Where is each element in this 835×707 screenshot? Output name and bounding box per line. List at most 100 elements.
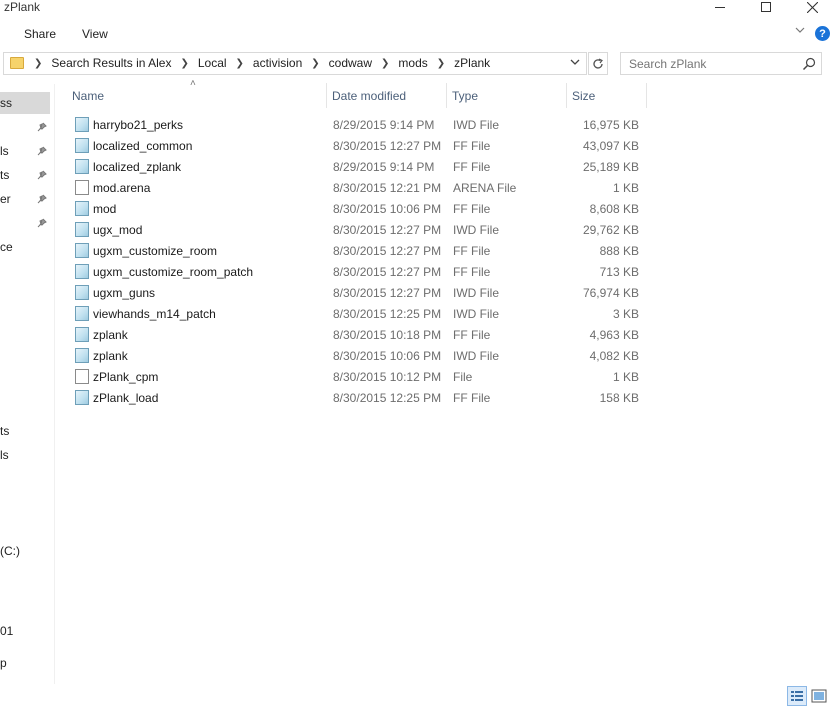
nav-item-9[interactable]: p [0, 656, 7, 670]
ribbon: Share View [0, 20, 835, 46]
breadcrumb-search-results[interactable]: Search Results in Alex [46, 56, 176, 70]
file-list: harrybo21_perks 8/29/2015 9:14 PM IWD File… [73, 114, 643, 408]
details-view-button[interactable] [787, 686, 807, 706]
file-date: 8/30/2015 10:18 PM [333, 328, 442, 342]
refresh-button[interactable] [588, 52, 608, 75]
minimize-button[interactable] [697, 0, 743, 14]
file-row[interactable]: mod.arena 8/30/2015 12:21 PM ARENA File 1 K… [73, 177, 643, 198]
column-header-type[interactable]: Type [447, 83, 567, 108]
file-size: 43,097 KB [582, 139, 639, 153]
file-icon [75, 327, 89, 342]
column-header-size[interactable]: Size [567, 83, 647, 108]
file-size: 1 KB [612, 370, 639, 384]
file-size: 16,975 KB [582, 118, 639, 132]
file-row[interactable]: harrybo21_perks 8/29/2015 9:14 PM IWD File… [73, 114, 643, 135]
file-row[interactable]: localized_common 8/30/2015 12:27 PM FF Fil… [73, 135, 643, 156]
file-name: localized_common [93, 139, 193, 153]
nav-item-drive-c[interactable]: (C:) [0, 544, 20, 558]
file-size: 888 KB [599, 244, 639, 258]
close-button[interactable] [789, 0, 835, 14]
breadcrumb: ❯ Search Results in Alex ❯ Local ❯ activ… [30, 56, 495, 70]
nav-item-4[interactable]: ce [0, 240, 13, 254]
column-header-name[interactable]: Name [67, 83, 327, 108]
file-type: File [453, 370, 473, 384]
column-header-date-label: Date modified [332, 88, 407, 103]
file-row[interactable]: ugx_mod 8/30/2015 12:27 PM IWD File 29,762 … [73, 219, 643, 240]
file-type: IWD File [453, 118, 499, 132]
file-name: ugx_mod [93, 223, 143, 237]
file-size: 8,608 KB [589, 202, 639, 216]
column-header-size-label: Size [572, 88, 596, 103]
file-row[interactable]: viewhands_m14_patch 8/30/2015 12:25 PM IWD… [73, 303, 643, 324]
file-size: 29,762 KB [582, 223, 639, 237]
chevron-right-icon[interactable]: ❯ [232, 58, 248, 69]
pin-icon [37, 146, 47, 156]
file-icon [75, 138, 89, 153]
nav-item-5[interactable]: ts [0, 424, 9, 438]
file-row[interactable]: ugxm_customize_room_patch 8/30/2015 12:27… [73, 261, 643, 282]
nav-item-8[interactable]: 01 [0, 624, 13, 638]
file-date: 8/29/2015 9:14 PM [333, 160, 435, 174]
column-header-name-label: Name [72, 88, 105, 103]
file-row[interactable]: ugxm_customize_room 8/30/2015 12:27 PM FF … [73, 240, 643, 261]
nav-item-quick-access[interactable]: ss [0, 96, 12, 110]
maximize-button[interactable] [743, 0, 789, 14]
tab-view[interactable]: View [82, 27, 108, 41]
file-row[interactable]: zPlank_cpm 8/30/2015 10:12 PM File 1 KB [73, 366, 643, 387]
file-type: FF File [453, 139, 491, 153]
breadcrumb-mods[interactable]: mods [393, 56, 432, 70]
file-icon [75, 285, 89, 300]
file-name: zplank [93, 349, 128, 363]
file-row[interactable]: zplank 8/30/2015 10:06 PM IWD File 4,082 KB [73, 345, 643, 366]
breadcrumb-local[interactable]: Local [193, 56, 232, 70]
help-icon[interactable]: ? [815, 26, 830, 41]
file-name: ugxm_guns [93, 286, 156, 300]
file-row[interactable]: zPlank_load 8/30/2015 12:25 PM FF File 158 … [73, 387, 643, 408]
search-icon[interactable] [802, 57, 816, 71]
tab-share[interactable]: Share [24, 27, 56, 41]
file-date: 8/30/2015 12:27 PM [333, 244, 442, 258]
file-type: FF File [453, 244, 491, 258]
chevron-right-icon[interactable]: ❯ [433, 58, 449, 69]
chevron-down-icon [570, 59, 580, 65]
breadcrumb-zplank[interactable]: zPlank [449, 56, 495, 70]
chevron-right-icon[interactable]: ❯ [377, 58, 393, 69]
file-date: 8/30/2015 12:27 PM [333, 223, 442, 237]
file-name: mod [93, 202, 117, 216]
file-size: 158 KB [599, 391, 639, 405]
breadcrumb-codwaw[interactable]: codwaw [324, 56, 377, 70]
file-row[interactable]: ugxm_guns 8/30/2015 12:27 PM IWD File 76,97… [73, 282, 643, 303]
chevron-right-icon[interactable]: ❯ [30, 58, 46, 69]
nav-item-2[interactable]: ts [0, 168, 9, 182]
file-size: 4,082 KB [589, 349, 639, 363]
search-input[interactable] [621, 53, 791, 74]
nav-item-3[interactable]: er [0, 192, 11, 206]
file-date: 8/30/2015 12:25 PM [333, 307, 442, 321]
file-name: ugxm_customize_room [93, 244, 218, 258]
chevron-right-icon[interactable]: ❯ [307, 58, 323, 69]
file-row[interactable]: zplank 8/30/2015 10:18 PM FF File 4,963 KB [73, 324, 643, 345]
breadcrumb-activision[interactable]: activision [248, 56, 307, 70]
ribbon-expand-button[interactable] [795, 25, 805, 37]
file-size: 76,974 KB [582, 286, 639, 300]
file-date: 8/30/2015 10:06 PM [333, 202, 442, 216]
large-icons-view-button[interactable] [811, 688, 827, 704]
chevron-right-icon[interactable]: ❯ [176, 58, 192, 69]
file-row[interactable]: mod 8/30/2015 10:06 PM FF File 8,608 KB [73, 198, 643, 219]
file-type: FF File [453, 160, 491, 174]
nav-item-6[interactable]: ls [0, 448, 9, 462]
column-header-date[interactable]: Date modified [327, 83, 447, 108]
address-dropdown-button[interactable] [570, 55, 580, 72]
file-row[interactable]: localized_zplank 8/29/2015 9:14 PM FF File… [73, 156, 643, 177]
nav-item-1[interactable]: ls [0, 144, 9, 158]
file-icon [75, 243, 89, 258]
file-icon [75, 222, 89, 237]
file-name: zPlank_cpm [93, 370, 159, 384]
blank-file-icon [75, 180, 89, 195]
file-icon [75, 390, 89, 405]
file-type: FF File [453, 328, 491, 342]
address-bar[interactable]: ❯ Search Results in Alex ❯ Local ❯ activ… [3, 52, 587, 75]
file-name: viewhands_m14_patch [93, 307, 216, 321]
search-box[interactable] [620, 52, 822, 75]
file-icon [75, 159, 89, 174]
